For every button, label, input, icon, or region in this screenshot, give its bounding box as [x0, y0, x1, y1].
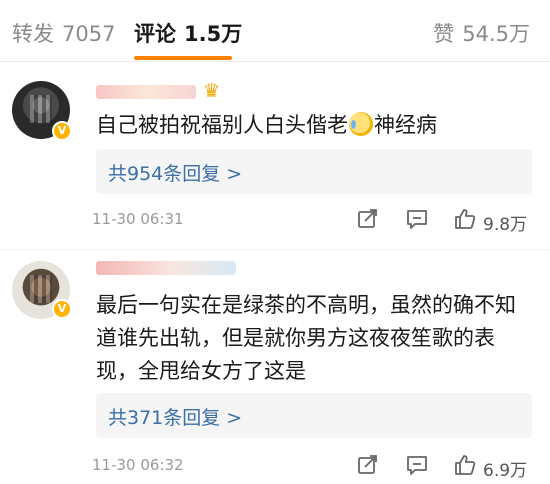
crown-icon: ♛ [203, 80, 221, 102]
view-replies-link[interactable]: 共954条回复 > [108, 159, 242, 186]
tab-like-label: 赞 [433, 22, 455, 46]
comment-text: 自己被拍祝福别人白头偕老 神经病 [96, 109, 530, 142]
comment-text: 最后一句实在是绿茶的不高明，虽然的确不知道谁先出轨，但是就你男方这夜夜笙歌的表现… [96, 293, 516, 383]
replies-box[interactable]: 共954条回复 > [96, 149, 532, 194]
tab-comment[interactable]: 评论 1.5万 [134, 18, 242, 48]
comment-text-part: 神经病 [374, 113, 437, 137]
tab-like-count: 54.5万 [462, 22, 530, 46]
username-redacted[interactable] [96, 261, 236, 275]
avatar-mosaic [30, 95, 52, 123]
tab-comment-label: 评论 [134, 22, 176, 46]
active-tab-indicator [134, 56, 232, 60]
like-count: 6.9万 [483, 461, 528, 481]
tab-repost[interactable]: 转发 7057 [12, 18, 115, 48]
comment-text-part: 自己被拍祝福别人白头偕老 [96, 113, 348, 137]
thumbs-up-icon[interactable] [453, 453, 477, 477]
comment-tabs-bar: 转发 7057 评论 1.5万 赞 54.5万 [0, 0, 550, 62]
comment-item: V ♛ 自己被拍祝福别人白头偕老 神经病 共954条回复 > 11-30 06:3… [0, 63, 550, 250]
comment-timestamp: 11-30 06:32 [92, 456, 184, 474]
replies-box[interactable]: 共371条回复 > [96, 393, 532, 438]
like-count: 9.8万 [483, 215, 528, 235]
tab-like[interactable]: 赞 54.5万 [433, 18, 530, 48]
tab-repost-count: 7057 [62, 22, 116, 46]
share-icon[interactable] [356, 207, 380, 231]
tab-repost-label: 转发 [12, 22, 54, 46]
share-icon[interactable] [356, 453, 380, 477]
thumbs-up-icon[interactable] [453, 207, 477, 231]
view-replies-link[interactable]: 共371条回复 > [108, 403, 242, 430]
comment-item: V 最后一句实在是绿茶的不高明，虽然的确不知道谁先出轨，但是就你男方这夜夜笙歌的… [0, 251, 550, 484]
username-redacted[interactable] [96, 85, 196, 99]
comment-icon[interactable] [405, 207, 429, 231]
verified-v-badge-icon: V [52, 121, 72, 141]
tab-comment-count: 1.5万 [184, 22, 243, 46]
comment-timestamp: 11-30 06:31 [92, 210, 184, 228]
avatar-mosaic [30, 275, 52, 303]
comment-icon[interactable] [405, 453, 429, 477]
crying-emoji-icon [349, 112, 373, 136]
verified-v-badge-icon: V [52, 299, 72, 319]
